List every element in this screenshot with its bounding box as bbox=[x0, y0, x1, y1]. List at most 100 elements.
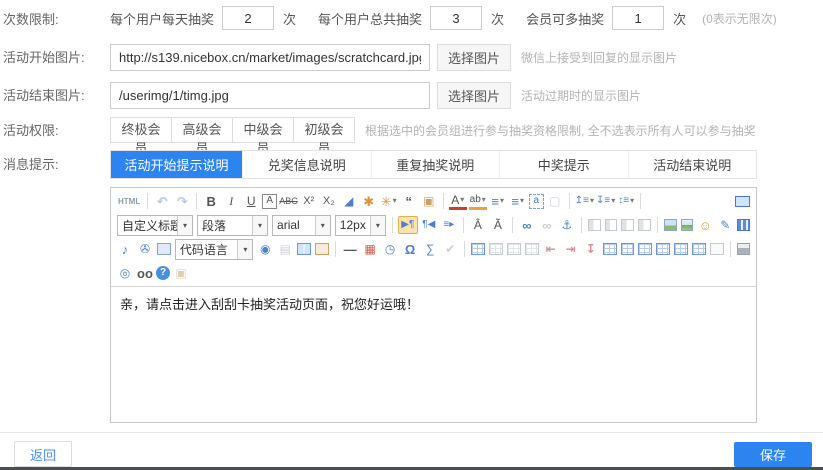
split-cell-icon[interactable]: ↧ bbox=[582, 240, 600, 258]
italic-icon[interactable]: I bbox=[222, 192, 240, 210]
delete-table-icon[interactable] bbox=[489, 243, 503, 255]
insert-map-icon[interactable] bbox=[157, 243, 171, 255]
font-color-icon[interactable]: A▾ bbox=[449, 192, 467, 210]
clear-doc-icon[interactable]: ✱ bbox=[360, 192, 378, 210]
formula-icon[interactable]: ∑ bbox=[421, 240, 439, 258]
ltr-icon[interactable]: ▶¶ bbox=[398, 216, 418, 234]
print-icon[interactable] bbox=[737, 243, 750, 255]
indent-icon[interactable]: ≡▸ bbox=[440, 216, 458, 234]
insert-image-icon[interactable] bbox=[664, 219, 677, 231]
member-extra-input[interactable] bbox=[612, 6, 664, 30]
tab-end-message[interactable]: 活动结束说明 bbox=[628, 151, 757, 178]
horizontal-rule-icon[interactable]: — bbox=[341, 240, 359, 258]
autotypeset-icon[interactable]: ✳▾ bbox=[380, 192, 398, 210]
tab-repeat-message[interactable]: 重复抽奖说明 bbox=[371, 151, 500, 178]
to-lowercase-icon[interactable]: Ã bbox=[489, 216, 507, 234]
unlink-icon[interactable]: ∞ bbox=[538, 216, 556, 234]
to-uppercase-icon[interactable]: Â bbox=[469, 216, 487, 234]
line-spacing-icon[interactable]: ↕≡▾ bbox=[617, 192, 635, 210]
spellcheck-icon[interactable]: ✔ bbox=[441, 240, 459, 258]
dropdown-arrow-icon: ▾ bbox=[500, 197, 504, 205]
scrawl-icon[interactable]: ✎ bbox=[716, 216, 734, 234]
image-align-right-icon[interactable] bbox=[621, 219, 634, 231]
insert-col-left-icon[interactable]: ⇤ bbox=[542, 240, 560, 258]
end-image-pick-button[interactable]: 选择图片 bbox=[437, 82, 511, 109]
font-family-select[interactable]: arial▾ bbox=[272, 215, 331, 236]
doc-page-icon[interactable] bbox=[710, 243, 724, 255]
subscript-icon[interactable]: X₂ bbox=[320, 192, 338, 210]
paragraph-format-select[interactable]: 段落▾ bbox=[197, 215, 268, 236]
strikethrough-icon[interactable]: ABC bbox=[279, 192, 298, 210]
font-size-select[interactable]: 12px▾ bbox=[335, 215, 386, 236]
per-day-input[interactable] bbox=[222, 6, 274, 30]
blank-doc-icon[interactable]: ▢ bbox=[546, 192, 564, 210]
rtl-icon[interactable]: ¶◀ bbox=[420, 216, 438, 234]
font-border-icon[interactable]: A bbox=[262, 194, 277, 209]
code-language-select[interactable]: 代码语言▾ bbox=[175, 239, 253, 260]
special-chars-icon[interactable]: Ω bbox=[401, 240, 419, 258]
tab-redeem-message[interactable]: 兑奖信息说明 bbox=[242, 151, 371, 178]
link-icon[interactable]: ∞ bbox=[518, 216, 536, 234]
help-icon[interactable]: ? bbox=[156, 266, 170, 280]
blockquote-icon[interactable]: “ bbox=[400, 192, 418, 210]
drafts-icon[interactable]: ▣ bbox=[172, 264, 190, 282]
image-align-none-icon[interactable] bbox=[638, 219, 651, 231]
underline-icon[interactable]: U bbox=[242, 192, 260, 210]
table-style-1-icon[interactable] bbox=[603, 243, 617, 255]
columns-icon[interactable] bbox=[297, 243, 311, 255]
anchor-label-icon[interactable]: a bbox=[529, 194, 544, 209]
highlight-color-icon[interactable]: ab▾ bbox=[469, 192, 487, 210]
music-icon[interactable]: ♪ bbox=[116, 240, 134, 258]
insert-col-right-icon[interactable]: ⇥ bbox=[562, 240, 580, 258]
end-image-input[interactable] bbox=[110, 82, 430, 109]
back-button[interactable]: 返回 bbox=[14, 441, 72, 467]
search-replace-icon[interactable]: oo bbox=[136, 264, 154, 282]
group-button-ultimate[interactable]: 终极会员 bbox=[110, 117, 172, 143]
ordered-list-icon[interactable]: ≡▾ bbox=[489, 192, 507, 210]
save-button[interactable]: 保存 bbox=[734, 442, 812, 467]
start-image-input[interactable] bbox=[110, 44, 430, 71]
table-title-icon[interactable] bbox=[507, 243, 521, 255]
tab-win-message[interactable]: 中奖提示 bbox=[499, 151, 628, 178]
table-style-5-icon[interactable] bbox=[674, 243, 688, 255]
insert-date-icon[interactable]: ▦ bbox=[361, 240, 379, 258]
snapscreen-icon[interactable] bbox=[315, 243, 329, 255]
total-input[interactable] bbox=[430, 6, 482, 30]
attachment-icon[interactable]: ✇ bbox=[136, 240, 154, 258]
editor-content-area[interactable]: 亲，请点击进入刮刮卡抽奖活动页面，祝您好运哦！ bbox=[111, 286, 756, 422]
insert-code-icon[interactable]: ◉ bbox=[256, 240, 274, 258]
insert-row-icon[interactable] bbox=[525, 243, 539, 255]
group-button-senior[interactable]: 高级会员 bbox=[171, 117, 233, 143]
table-style-4-icon[interactable] bbox=[656, 243, 670, 255]
table-style-6-icon[interactable] bbox=[692, 243, 706, 255]
tab-start-message[interactable]: 活动开始提示说明 bbox=[111, 151, 242, 178]
paragraph-space-top-icon[interactable]: ↥≡▾ bbox=[575, 192, 594, 210]
anchor-icon[interactable]: ⚓ bbox=[558, 216, 576, 234]
emotion-icon[interactable]: ☺ bbox=[696, 216, 714, 234]
upload-image-icon[interactable] bbox=[681, 219, 694, 231]
dropdown-arrow-icon: ▾ bbox=[177, 216, 192, 235]
html-source-button[interactable]: HTML bbox=[115, 197, 143, 206]
undo-icon[interactable]: ↶ bbox=[153, 192, 171, 210]
group-button-junior[interactable]: 初级会员 bbox=[293, 117, 355, 143]
group-button-middle[interactable]: 中级会员 bbox=[232, 117, 294, 143]
preview-icon[interactable]: ◎ bbox=[116, 264, 134, 282]
insert-table-icon[interactable] bbox=[471, 243, 485, 255]
custom-style-select[interactable]: 自定义标题▾ bbox=[117, 215, 193, 236]
superscript-icon[interactable]: X² bbox=[300, 192, 318, 210]
paragraph-snippet-icon[interactable]: ▤ bbox=[276, 240, 294, 258]
bold-icon[interactable]: B bbox=[202, 192, 220, 210]
format-eraser-icon[interactable]: ◢ bbox=[340, 192, 358, 210]
insert-time-icon[interactable]: ◷ bbox=[381, 240, 399, 258]
paste-word-icon[interactable]: ▣ bbox=[420, 192, 438, 210]
redo-icon[interactable]: ↷ bbox=[173, 192, 191, 210]
image-align-center-icon[interactable] bbox=[605, 219, 618, 231]
screen-monitor-icon[interactable] bbox=[735, 196, 750, 207]
table-style-3-icon[interactable] bbox=[638, 243, 652, 255]
insert-video-icon[interactable] bbox=[737, 219, 750, 231]
unordered-list-icon[interactable]: ≡▾ bbox=[509, 192, 527, 210]
image-align-left-icon[interactable] bbox=[588, 219, 601, 231]
table-style-2-icon[interactable] bbox=[621, 243, 635, 255]
start-image-pick-button[interactable]: 选择图片 bbox=[437, 44, 511, 71]
paragraph-space-bottom-icon[interactable]: ↧≡▾ bbox=[596, 192, 615, 210]
